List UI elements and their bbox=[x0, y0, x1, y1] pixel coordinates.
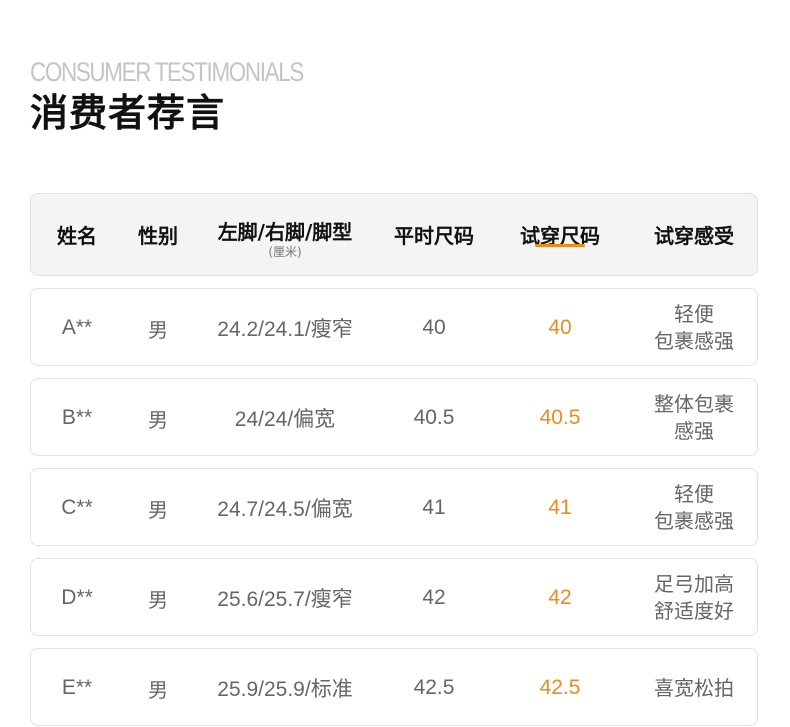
table-row: C** 男 24.7/24.5/偏宽 41 41 轻便 包裹感强 bbox=[30, 468, 758, 546]
cell-gender: 男 bbox=[148, 587, 168, 612]
column-header-gender: 性别 bbox=[123, 194, 193, 277]
table-row: E** 男 25.9/25.9/标准 42.5 42.5 喜宽松拍 bbox=[30, 648, 758, 726]
column-header-label: 平时尺码 bbox=[394, 223, 474, 248]
cell-usual-size: 40 bbox=[422, 316, 446, 339]
column-header-name: 姓名 bbox=[31, 194, 123, 277]
cell-name: A** bbox=[61, 316, 93, 339]
cell-feet: 24.7/24.5/偏宽 bbox=[217, 498, 353, 521]
cell-feeling: 喜宽松拍 bbox=[654, 675, 734, 700]
table-row: A** 男 24.2/24.1/瘦窄 40 40 轻便 包裹感强 bbox=[30, 288, 758, 366]
cell-usual-size: 42.5 bbox=[413, 676, 455, 699]
cell-trial-size: 41 bbox=[548, 496, 572, 519]
cell-feeling: 轻便 包裹感强 bbox=[654, 302, 734, 353]
highlight-underline bbox=[535, 244, 585, 247]
cell-gender: 男 bbox=[148, 497, 168, 522]
page-title: 消费者荐言 bbox=[30, 91, 226, 135]
column-header-label: 性别 bbox=[138, 223, 178, 248]
cell-trial-size: 40 bbox=[548, 316, 572, 339]
cell-feeling: 足弓加高 舒适度好 bbox=[654, 572, 734, 623]
cell-feet: 25.6/25.7/瘦窄 bbox=[217, 588, 353, 611]
table-row: B** 男 24/24/偏宽 40.5 40.5 整体包裹 感强 bbox=[30, 378, 758, 456]
cell-feeling: 整体包裹 感强 bbox=[654, 392, 734, 443]
table-row: D** 男 25.6/25.7/瘦窄 42 42 足弓加高 舒适度好 bbox=[30, 558, 758, 636]
column-header-usual-size: 平时尺码 bbox=[377, 194, 491, 277]
cell-feet: 24.2/24.1/瘦窄 bbox=[217, 318, 353, 341]
cell-trial-size: 42.5 bbox=[539, 676, 581, 699]
cell-usual-size: 40.5 bbox=[413, 406, 455, 429]
cell-name: E** bbox=[61, 676, 93, 699]
column-header-trial-size: 试穿尺码 bbox=[491, 194, 629, 277]
cell-gender: 男 bbox=[148, 407, 168, 432]
table-header: 姓名 性别 左脚/右脚/脚型 (厘米) 平时尺码 试穿尺码 试穿感受 bbox=[30, 193, 758, 276]
cell-name: C** bbox=[61, 496, 93, 519]
cell-trial-size: 40.5 bbox=[539, 406, 581, 429]
cell-gender: 男 bbox=[148, 677, 168, 702]
cell-usual-size: 41 bbox=[422, 496, 446, 519]
cell-name: D** bbox=[61, 586, 93, 609]
column-header-unit: (厘米) bbox=[268, 244, 302, 259]
cell-feet: 25.9/25.9/标准 bbox=[217, 678, 353, 701]
cell-feeling: 轻便 包裹感强 bbox=[654, 482, 734, 533]
column-header-label: 试穿感受 bbox=[654, 223, 734, 248]
cell-gender: 男 bbox=[148, 317, 168, 342]
column-header-label: 左脚/右脚/脚型 bbox=[217, 219, 353, 244]
column-header-feeling: 试穿感受 bbox=[629, 194, 759, 277]
column-header-label: 姓名 bbox=[57, 223, 97, 248]
cell-usual-size: 42 bbox=[422, 586, 446, 609]
subtitle-en: CONSUMER TESTIMONIALS bbox=[30, 57, 304, 87]
column-header-feet: 左脚/右脚/脚型 (厘米) bbox=[193, 194, 377, 277]
cell-feet: 24/24/偏宽 bbox=[234, 408, 336, 431]
cell-trial-size: 42 bbox=[548, 586, 572, 609]
cell-name: B** bbox=[61, 406, 93, 429]
